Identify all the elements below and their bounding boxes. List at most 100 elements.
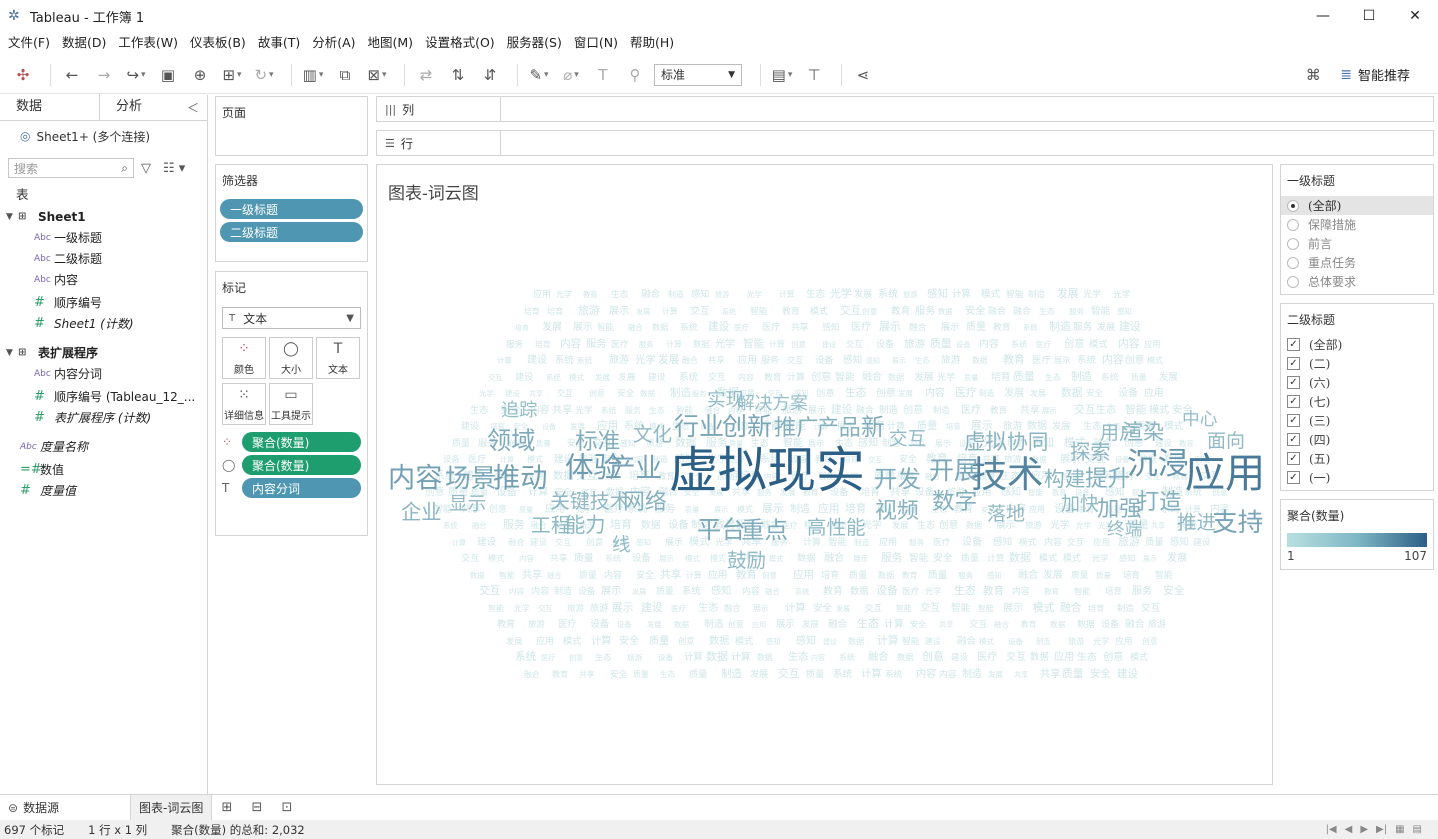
collapse-pane-icon[interactable]: ＜ <box>187 99 199 116</box>
menu-dashboard[interactable]: 仪表板(B) <box>184 32 252 54</box>
tableau-home-icon[interactable]: ✣ <box>10 62 36 88</box>
word-mark[interactable]: 提升 <box>1085 466 1130 492</box>
word-mark[interactable]: 线 <box>612 535 631 556</box>
menu-server[interactable]: 服务器(S) <box>501 32 568 54</box>
rows-shelf[interactable]: ☰ 行 <box>376 130 1434 156</box>
fit-select[interactable]: 标准 ▼ <box>654 63 742 86</box>
word-mark[interactable]: 推进 <box>1177 511 1216 534</box>
word-mark[interactable]: 领域 <box>487 427 535 455</box>
search-input[interactable]: 搜索 ⌕ <box>8 158 134 178</box>
field-item[interactable]: Abc 内容分词 <box>0 363 207 384</box>
color-encoding-pill[interactable]: 聚合(数量) <box>242 432 361 452</box>
field-item[interactable]: # 表扩展程序 (计数) <box>0 407 207 428</box>
next-page-icon[interactable]: ▶ <box>1360 824 1368 835</box>
measures-field[interactable]: =# 数值 <box>0 459 207 480</box>
word-mark[interactable]: 中心 <box>1182 409 1218 430</box>
pin-axis-icon[interactable]: ⚲ <box>622 62 648 88</box>
word-mark[interactable]: 创新 <box>722 412 772 441</box>
word-mark[interactable]: 数字 <box>932 489 977 515</box>
size-encoding-pill[interactable]: 聚合(数量) <box>242 455 361 475</box>
word-mark[interactable]: 推广 <box>774 415 819 441</box>
prev-page-icon[interactable]: ◀ <box>1345 824 1353 835</box>
word-mark[interactable]: 加快 <box>1061 493 1099 515</box>
first-page-icon[interactable]: |◀ <box>1326 824 1337 835</box>
word-mark[interactable]: 构建 <box>1044 467 1085 491</box>
word-mark[interactable]: 工程 <box>531 514 571 537</box>
word-mark[interactable]: 关键技术 <box>550 490 630 513</box>
last-page-icon[interactable]: ▶| <box>1376 824 1387 835</box>
radio-option[interactable]: 前言 <box>1281 234 1433 253</box>
datasource-tab[interactable]: ⊜ 数据源 <box>0 795 67 821</box>
menu-format[interactable]: 设置格式(O) <box>419 32 501 54</box>
word-mark[interactable]: 内容 <box>388 463 442 494</box>
tooltip-button[interactable]: ▭ 工具提示 <box>269 383 313 425</box>
sort-ascending-icon[interactable]: ⇅ <box>445 62 471 88</box>
word-mark[interactable]: 企业 <box>401 500 442 524</box>
word-mark[interactable]: 重点 <box>741 516 788 544</box>
word-mark[interactable]: 追踪 <box>501 400 537 421</box>
tab-analysis[interactable]: 分析 <box>100 94 200 120</box>
radio-option[interactable]: 保障措施 <box>1281 215 1433 234</box>
measure-names-field[interactable]: Abc 度量名称 <box>0 436 207 457</box>
list-view-icon[interactable]: ▤ <box>1413 824 1422 835</box>
word-mark[interactable]: 交互 <box>889 429 926 450</box>
sort-descending-icon[interactable]: ⇵ <box>477 62 503 88</box>
duplicate-sheet-icon[interactable]: ⧉ <box>332 62 358 88</box>
word-mark[interactable]: 产业 <box>609 453 662 484</box>
filter-pill-level2[interactable]: 二级标题 <box>220 222 363 242</box>
new-worksheet-icon[interactable]: ▥ <box>300 62 326 88</box>
new-worksheet-icon[interactable]: ⊞ <box>212 795 242 821</box>
menu-worksheet[interactable]: 工作表(W) <box>112 32 184 54</box>
presentation-mode-icon[interactable]: ⊤ <box>801 62 827 88</box>
filter-pill-level1[interactable]: 一级标题 <box>220 199 363 219</box>
color-button[interactable]: ⁘ 颜色 <box>222 337 266 379</box>
refresh-icon[interactable]: ↻ <box>251 62 277 88</box>
word-mark[interactable]: 显示 <box>449 494 486 515</box>
redo-icon[interactable]: → <box>91 62 117 88</box>
word-mark[interactable]: 终端 <box>1107 519 1142 540</box>
table-sheet1[interactable]: ▼ ⊞ Sheet1 <box>0 206 207 227</box>
filter-icon[interactable]: ▽ <box>141 161 151 176</box>
replay-icon[interactable]: ↪ <box>123 62 149 88</box>
group-icon[interactable]: ⌀ <box>558 62 584 88</box>
word-mark[interactable]: 鼓励 <box>727 549 766 572</box>
ask-data-icon[interactable]: ⌘ <box>1300 62 1326 88</box>
menu-data[interactable]: 数据(D) <box>56 32 112 54</box>
sheet-tab-wordcloud[interactable]: 图表-词云图 <box>130 794 213 821</box>
word-mark[interactable]: 落地 <box>987 503 1025 525</box>
menu-story[interactable]: 故事(T) <box>252 32 306 54</box>
menu-window[interactable]: 窗口(N) <box>568 32 624 54</box>
save-icon[interactable]: ▣ <box>155 62 181 88</box>
close-button[interactable]: ✕ <box>1392 0 1438 32</box>
share-icon[interactable]: ⋖ <box>850 62 876 88</box>
field-item[interactable]: Abc 内容 <box>0 269 207 290</box>
clear-sheet-icon[interactable]: ⊠ <box>364 62 390 88</box>
word-mark[interactable]: 协同 <box>1007 430 1048 454</box>
mark-type-select[interactable]: T 文本 ▼ <box>222 307 361 329</box>
field-item[interactable]: # 顺序编号 (Tableau_12_... <box>0 386 207 407</box>
radio-option[interactable]: 重点任务 <box>1281 253 1433 272</box>
word-mark[interactable]: 新 <box>861 413 885 441</box>
text-encoding-pill[interactable]: 内容分词 <box>242 478 361 498</box>
word-mark[interactable]: 视频 <box>875 499 919 524</box>
checkbox-option[interactable]: ✓ (全部) <box>1281 335 1433 354</box>
measure-values-field[interactable]: # 度量值 <box>0 480 207 501</box>
pages-shelf[interactable]: 页面 <box>215 96 368 156</box>
word-mark[interactable]: 行业 <box>674 412 724 441</box>
word-mark[interactable]: 沉浸 <box>1127 446 1189 482</box>
checkbox-option[interactable]: ✓ (四) <box>1281 430 1433 449</box>
labels-icon[interactable]: T <box>590 62 616 88</box>
worksheet-view[interactable]: 图表-词云图 应用 光学 教育 生态 融合 制造 感知 旅游 光学 计算 生态 光学 发展 系统 旅游 感知计… <box>376 164 1273 785</box>
word-cloud[interactable]: 应用 光学 教育 生态 融合 制造 感知 旅游 光学 计算 生态 光学 发展 系统 旅游 感知 计算 模式 智能 制造… <box>377 165 1273 785</box>
word-mark[interactable]: 虚拟现实 <box>669 442 865 499</box>
word-mark[interactable]: 虚拟 <box>964 430 1007 455</box>
word-mark[interactable]: 标准 <box>575 429 620 455</box>
text-button[interactable]: T 文本 <box>316 337 360 379</box>
undo-icon[interactable]: ← <box>59 62 85 88</box>
new-story-icon[interactable]: ⊡ <box>272 795 302 821</box>
detail-button[interactable]: ⁙ 详细信息 <box>222 383 266 425</box>
smart-recommend[interactable]: ⌘ ≣ 智能推荐 <box>1300 62 1410 88</box>
radio-option[interactable]: 总体要求 <box>1281 272 1433 291</box>
minimize-button[interactable]: — <box>1300 0 1346 32</box>
highlight-icon[interactable]: ✎ <box>526 62 552 88</box>
